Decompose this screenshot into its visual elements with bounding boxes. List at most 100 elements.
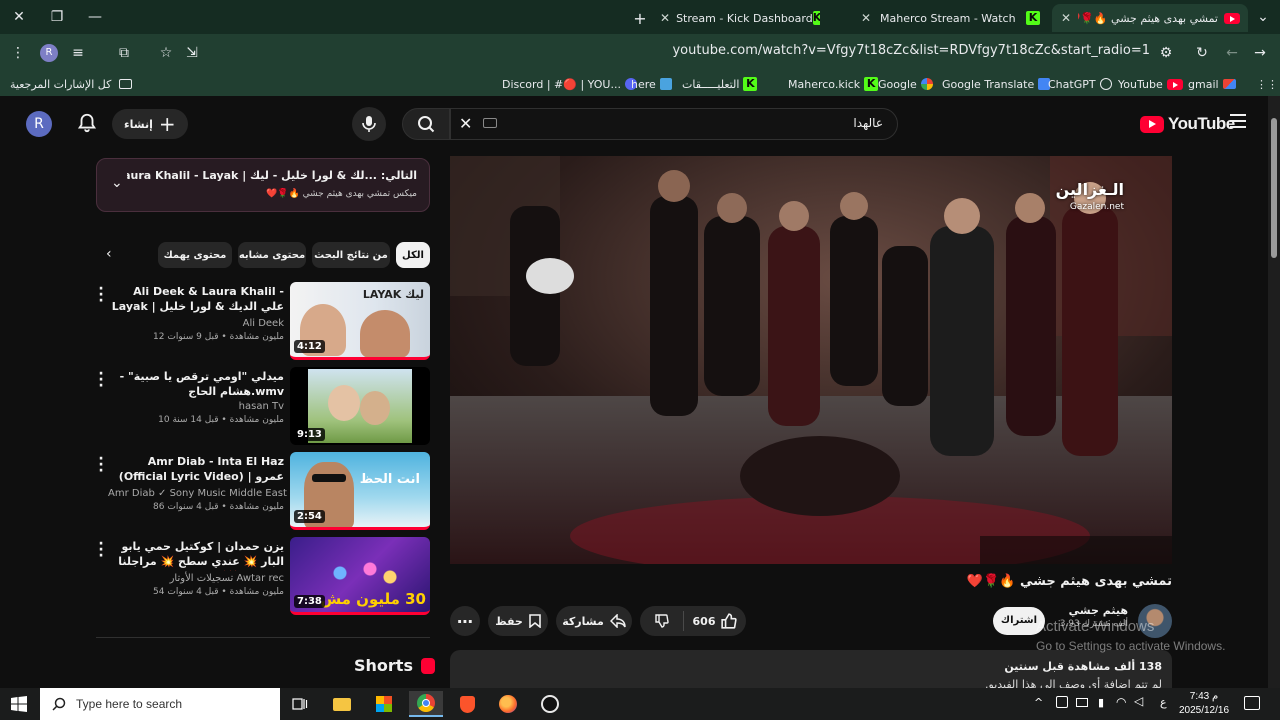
firefox-icon[interactable] [491,691,525,717]
bookmark-youtube[interactable]: YouTube [1118,76,1183,92]
chip-related[interactable]: محتوى مشابه [238,242,306,268]
forward-icon[interactable]: ← [1222,43,1242,63]
playlist-up-next-panel[interactable]: ⌄ التالي: ...لك & لورا خليل - ليك | Ali … [96,158,430,212]
bookmark-here[interactable]: here [631,76,672,92]
keyboard-icon[interactable] [483,118,497,128]
youtube-logo[interactable]: YouTube [1140,114,1235,134]
bookmark-comments[interactable]: التعليـــــقات K [682,76,758,92]
video-thumbnail[interactable]: LAYAK ليك 4:12 [290,282,430,360]
bookmark-google-translate[interactable]: Google Translate [942,76,1051,92]
extensions-icon[interactable]: ⧉ [114,43,134,63]
obs-icon[interactable] [533,691,567,717]
tab-current-video[interactable]: ✕ تمشي بهدى هيثم جشي 🔥🌹❤️ [1052,4,1248,32]
profile-avatar[interactable]: R [40,44,58,62]
video-thumbnail[interactable]: 30 مليون مش 7:38 [290,537,430,615]
chip-from-search[interactable]: من نتائج البحث [312,242,390,268]
search-button[interactable] [402,108,450,140]
video-thumbnail[interactable]: 9:13 [290,367,430,445]
channel-name[interactable]: تسجيلات الأوتار Awtar rec [108,573,284,584]
more-options-icon[interactable]: · · · [96,367,106,393]
input-language[interactable]: ع [1160,696,1167,709]
brave-icon[interactable] [450,691,484,717]
video-title[interactable]: يزن حمدان | كوكتيل حمي يابو البار 💥 عندي… [108,539,284,571]
voice-search-button[interactable] [352,107,386,141]
notification-center-icon[interactable] [1244,696,1260,710]
video-thumbnail[interactable]: انت الحظ 2:54 [290,452,430,530]
bookmark-maherco-kick[interactable]: Maherco.kick K [788,76,879,92]
close-tab-icon[interactable]: ✕ [660,11,670,25]
recommendation-item[interactable]: · · · ميدلي "اومي ترقص يا صبية" - هشام الح… [96,367,430,447]
bookmark-google[interactable]: Google [878,76,933,92]
recommendation-item[interactable]: · · · يزن حمدان | كوكتيل حمي يابو البار 💥 … [96,537,430,617]
kick-icon: K [743,77,758,91]
guide-menu-icon[interactable] [1230,114,1246,128]
recommendation-item[interactable]: · · · Amr Diab - Inta El Haz (Official Lyr… [96,452,430,532]
close-window-button[interactable]: ✕ [8,6,30,28]
more-actions-button[interactable]: ⋯ [450,606,480,636]
bookmark-discord[interactable]: Discord | #🔴 | YOU... [502,76,637,92]
video-player[interactable]: الـغزالين Gazalen.net [450,156,1172,564]
tab-search-button[interactable]: ⌄ [1252,6,1274,28]
volume-icon[interactable]: ◁ [1134,694,1143,708]
chips-scroll-left-icon[interactable]: ‹ [106,246,112,262]
video-title[interactable]: ميدلي "اومي ترقص يا صبية" - هشام الحاج.w… [108,369,284,399]
back-icon[interactable]: → [1250,43,1270,63]
bookmark-chatgpt[interactable]: ChatGPT [1048,76,1112,92]
address-bar[interactable]: youtube.com/watch?v=Vfgy7t18cZc&list=RDV… [560,43,1150,63]
bookmark-gmail[interactable]: gmail [1188,76,1236,92]
battery-icon[interactable] [1076,698,1088,707]
channel-name[interactable]: hasan Tv [108,401,284,412]
task-view-icon[interactable] [283,691,317,717]
start-button[interactable] [2,691,36,717]
save-button[interactable]: حفظ [488,606,548,636]
duration-badge: 7:38 [294,595,325,608]
bookmark-menu-icon[interactable]: ⋮⋮ [1256,76,1278,92]
file-explorer-icon[interactable] [325,691,359,717]
reading-mode-icon[interactable]: ≡ [68,43,88,63]
tab-maherco-stream[interactable]: ✕ Maherco Stream - Watch Live o K [858,4,1048,32]
clock[interactable]: 7:43 م 2025/12/16 [1176,690,1232,718]
show-hidden-icons[interactable]: ^ [1034,696,1043,709]
install-app-icon[interactable]: ⇲ [182,43,202,63]
more-options-icon[interactable]: · · · [96,452,106,478]
channel-name[interactable]: Ali Deek [108,318,284,329]
video-description-box[interactable]: 138 ألف مشاهدة قبل سنتين لم تتم إضافة أي… [450,650,1172,688]
recommendation-item[interactable]: · · · Ali Deek & Laura Khalil - Layak | عل… [96,282,430,362]
close-tab-icon[interactable]: ✕ [1058,11,1074,25]
meet-now-icon[interactable] [1056,696,1068,708]
close-tab-icon[interactable]: ✕ [858,11,874,25]
all-bookmarks-button[interactable]: كل الإشارات المرجعية [10,76,133,92]
create-button[interactable]: إنشاء + [112,109,188,139]
chip-for-you[interactable]: محتوى يهمك [158,242,232,268]
microsoft-store-icon[interactable] [367,691,401,717]
tab-kick-dashboard[interactable]: ✕ Stream - Kick Dashboard K [660,4,820,32]
dislike-button[interactable] [640,611,684,631]
new-tab-button[interactable]: + [630,4,650,32]
channel-name[interactable]: هيثم جشي [1060,604,1128,617]
menu-dots-icon[interactable]: ⋮ [8,43,28,63]
notifications-bell-icon[interactable] [76,112,98,134]
share-button[interactable]: مشاركة [556,606,632,636]
chevron-down-icon[interactable]: ⌄ [111,175,123,191]
clear-search-icon[interactable]: ✕ [459,114,472,133]
taskbar-search-box[interactable]: Type here to search [40,688,280,720]
chrome-taskbar-icon[interactable] [409,691,443,717]
page-scrollbar-thumb[interactable] [1271,118,1277,258]
channel-name[interactable]: Amr Diab ✓ Sony Music Middle East [108,488,287,499]
usb-icon[interactable]: ▮ [1098,696,1104,709]
video-title[interactable]: Ali Deek & Laura Khalil - Layak | علي ال… [108,284,284,316]
like-button[interactable]: 606 [684,613,746,629]
more-options-icon[interactable]: · · · [96,282,106,308]
video-title[interactable]: Amr Diab - Inta El Haz (Official Lyric V… [108,454,284,486]
share-label: مشاركة [562,614,604,628]
search-input[interactable]: ✕ عالهدا [450,108,898,140]
reload-icon[interactable]: ↻ [1192,43,1212,63]
site-settings-icon[interactable]: ⚙ [1156,43,1176,63]
restore-window-button[interactable]: ❐ [46,6,68,28]
more-options-icon[interactable]: · · · [96,537,106,563]
minimize-window-button[interactable]: — [84,6,106,28]
chip-all[interactable]: الكل [396,242,430,268]
bookmark-star-icon[interactable]: ☆ [156,43,176,63]
account-avatar[interactable]: R [26,111,52,137]
wifi-icon[interactable]: ◠ [1116,695,1126,709]
